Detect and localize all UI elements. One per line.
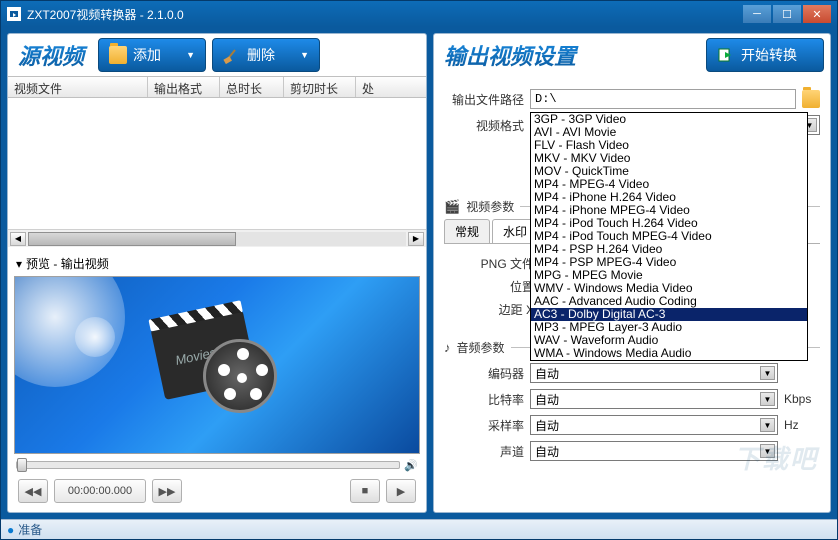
hz-label: Hz bbox=[784, 418, 820, 432]
chevron-down-icon: ▼ bbox=[760, 392, 775, 406]
encoder-select[interactable]: 自动▼ bbox=[530, 363, 778, 383]
delete-label: 删除 bbox=[247, 45, 275, 65]
output-path-label: 输出文件路径 bbox=[444, 91, 524, 108]
col-outfmt[interactable]: 输出格式 bbox=[148, 77, 220, 97]
speaker-icon[interactable]: 🔊 bbox=[404, 459, 418, 472]
kbps-label: Kbps bbox=[784, 392, 820, 406]
music-note-icon: ♪ bbox=[444, 340, 451, 355]
add-button[interactable]: 添加 ▼ bbox=[98, 38, 206, 72]
scroll-left-button[interactable]: ◀ bbox=[10, 232, 26, 246]
video-group-label: 视频参数 bbox=[466, 198, 514, 215]
chevron-down-icon: ▼ bbox=[760, 366, 775, 380]
samplerate-label: 采样率 bbox=[444, 417, 524, 434]
source-panel: 源视频 添加 ▼ 删除 ▼ 视频文件 输出格式 总时长 剪切时长 bbox=[7, 33, 427, 513]
convert-label: 开始转换 bbox=[741, 45, 797, 65]
statusbar: ● 准备 bbox=[1, 519, 837, 539]
channel-label: 声道 bbox=[444, 443, 524, 460]
format-option[interactable]: WMA - Windows Media Audio bbox=[531, 347, 807, 360]
titlebar[interactable]: ZXT2007视频转换器 - 2.1.0.0 ─ ☐ ✕ bbox=[1, 1, 837, 27]
source-title: 源视频 bbox=[14, 39, 92, 71]
scroll-track[interactable] bbox=[28, 232, 406, 246]
info-icon: ● bbox=[7, 523, 14, 537]
play-button[interactable]: ▶ bbox=[386, 479, 416, 503]
scroll-thumb[interactable] bbox=[28, 232, 236, 246]
col-proc[interactable]: 处 bbox=[356, 77, 426, 97]
col-file[interactable]: 视频文件 bbox=[8, 77, 148, 97]
chevron-down-icon: ▼ bbox=[186, 50, 195, 60]
seek-slider[interactable] bbox=[16, 461, 400, 469]
encoder-label: 编码器 bbox=[444, 365, 524, 382]
chevron-down-icon: ▼ bbox=[300, 50, 309, 60]
samplerate-select[interactable]: 自动▼ bbox=[530, 415, 778, 435]
timecode: 00:00:00.000 bbox=[54, 479, 146, 503]
minimize-button[interactable]: ─ bbox=[743, 5, 771, 23]
col-cut[interactable]: 剪切时长 bbox=[284, 77, 356, 97]
chevron-down-icon: ▼ bbox=[760, 418, 775, 432]
add-label: 添加 bbox=[133, 45, 161, 65]
preview-label: ▾ 预览 - 输出视频 bbox=[14, 251, 420, 276]
margin-label: 边距 X bbox=[454, 301, 534, 318]
chevron-down-icon: ▼ bbox=[760, 444, 775, 458]
scroll-right-button[interactable]: ▶ bbox=[408, 232, 424, 246]
output-title: 输出视频设置 bbox=[440, 39, 584, 71]
horizontal-scrollbar[interactable]: ◀ ▶ bbox=[8, 229, 426, 247]
col-duration[interactable]: 总时长 bbox=[220, 77, 284, 97]
triangle-icon: ▾ bbox=[16, 257, 22, 271]
bitrate-label: 比特率 bbox=[444, 391, 524, 408]
forward-button[interactable]: ▶▶ bbox=[152, 479, 182, 503]
tab-general[interactable]: 常规 bbox=[444, 219, 490, 243]
position-label: 位置 bbox=[454, 278, 534, 295]
channel-select[interactable]: 自动▼ bbox=[530, 441, 778, 461]
browse-button[interactable] bbox=[802, 90, 820, 108]
close-button[interactable]: ✕ bbox=[803, 5, 831, 23]
preview-area: Movies bbox=[14, 276, 420, 454]
file-list-header: 视频文件 输出格式 总时长 剪切时长 处 bbox=[8, 76, 426, 98]
png-file-label: PNG 文件 bbox=[454, 255, 534, 272]
stop-button[interactable]: ■ bbox=[350, 479, 380, 503]
status-text: 准备 bbox=[18, 521, 42, 538]
convert-button[interactable]: 开始转换 bbox=[706, 38, 824, 72]
bitrate-select[interactable]: 自动▼ bbox=[530, 389, 778, 409]
delete-button[interactable]: 删除 ▼ bbox=[212, 38, 320, 72]
folder-icon bbox=[109, 46, 127, 64]
rewind-button[interactable]: ◀◀ bbox=[18, 479, 48, 503]
app-icon bbox=[7, 7, 21, 21]
broom-icon bbox=[223, 46, 241, 64]
audio-group-label: 音频参数 bbox=[457, 339, 505, 356]
output-panel: 输出视频设置 开始转换 输出文件路径 视频格式 3GP - 3GP Vid bbox=[433, 33, 831, 513]
window-title: ZXT2007视频转换器 - 2.1.0.0 bbox=[27, 6, 184, 23]
video-icon: 🎬 bbox=[444, 199, 460, 215]
output-path-input[interactable] bbox=[530, 89, 796, 109]
format-label: 视频格式 bbox=[444, 117, 524, 134]
app-window: ZXT2007视频转换器 - 2.1.0.0 ─ ☐ ✕ 源视频 添加 ▼ 删除 bbox=[0, 0, 838, 540]
maximize-button[interactable]: ☐ bbox=[773, 5, 801, 23]
seek-thumb[interactable] bbox=[17, 458, 27, 472]
format-dropdown[interactable]: 3GP - 3GP VideoAVI - AVI MovieFLV - Flas… bbox=[530, 112, 808, 361]
convert-icon bbox=[717, 46, 735, 64]
file-list[interactable] bbox=[8, 98, 426, 229]
